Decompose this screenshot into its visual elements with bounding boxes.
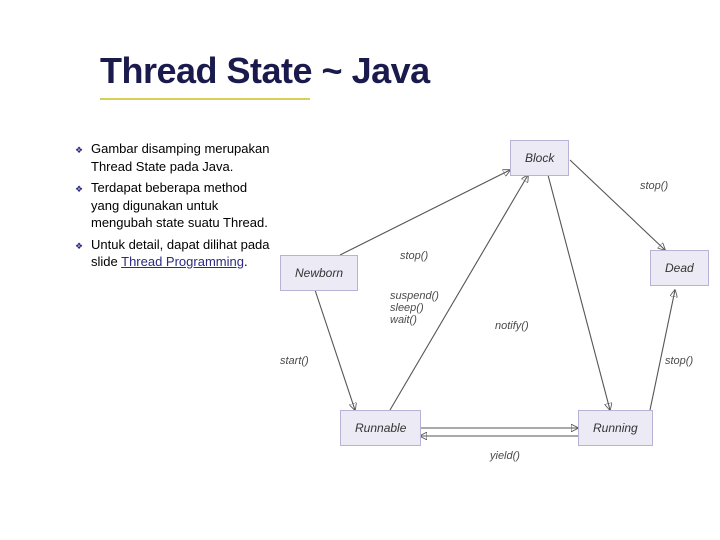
title-underline xyxy=(100,98,310,100)
bullet-list: ❖ Gambar disamping merupakan Thread Stat… xyxy=(75,140,275,275)
state-block: Block xyxy=(510,140,569,176)
thread-programming-link[interactable]: Thread Programming xyxy=(121,254,244,269)
bullet-icon: ❖ xyxy=(75,183,91,236)
edge-label-yield: yield() xyxy=(490,450,520,462)
slide-title: Thread State ~ Java xyxy=(100,50,430,92)
edge-label-start: start() xyxy=(280,355,309,367)
state-dead: Dead xyxy=(650,250,709,286)
slide: Thread State ~ Java ❖ Gambar disamping m… xyxy=(0,0,720,540)
list-item-text: Gambar disamping merupakan Thread State … xyxy=(91,140,275,175)
list-item: ❖ Terdapat beberapa method yang digunaka… xyxy=(75,179,275,232)
state-newborn: Newborn xyxy=(280,255,358,291)
list-item-text-suffix: . xyxy=(244,254,248,269)
list-item: ❖ Untuk detail, dapat dilihat pada slide… xyxy=(75,236,275,271)
edge-label-stop: stop() xyxy=(400,250,428,262)
state-running: Running xyxy=(578,410,653,446)
edge-label-notify: notify() xyxy=(495,320,529,332)
list-item-text: Terdapat beberapa method yang digunakan … xyxy=(91,179,275,232)
edge-label-stop: stop() xyxy=(640,180,668,192)
state-runnable: Runnable xyxy=(340,410,421,446)
edge-label-stop: stop() xyxy=(665,355,693,367)
bullet-icon: ❖ xyxy=(75,144,91,179)
title-block: Thread State ~ Java xyxy=(100,50,430,100)
bullet-icon: ❖ xyxy=(75,240,91,275)
state-diagram: Newborn Block Dead Runnable Running stop… xyxy=(280,130,700,470)
list-item-text: Untuk detail, dapat dilihat pada slide T… xyxy=(91,236,275,271)
edge-label-suspend-sleep-wait: suspend() sleep() wait() xyxy=(390,290,439,326)
list-item: ❖ Gambar disamping merupakan Thread Stat… xyxy=(75,140,275,175)
